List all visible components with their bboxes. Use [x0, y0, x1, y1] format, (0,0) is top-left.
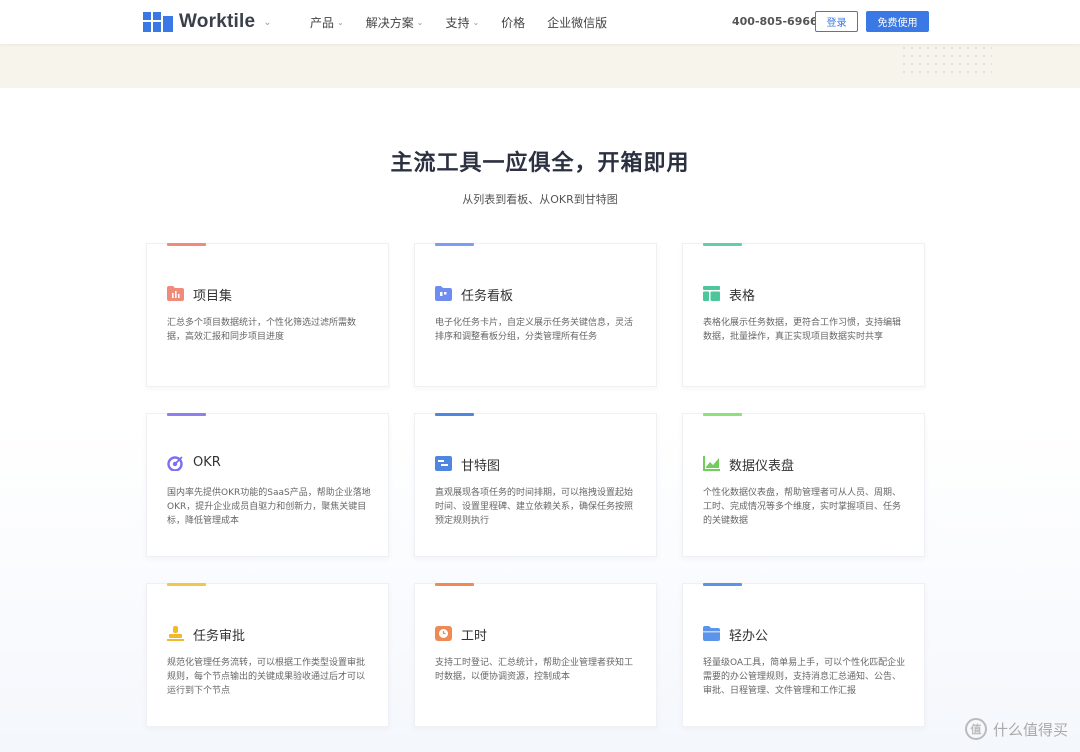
card-description: 规范化管理任务流转，可以根据工作类型设置审批规则，每个节点输出的关键成果验收通过… [167, 658, 366, 696]
folder-icon [703, 626, 720, 641]
worktile-logo-icon [143, 12, 173, 32]
phone-number: 400-805-6966 [732, 15, 818, 28]
folder-chart-icon [167, 286, 184, 301]
nav-item-label: 价格 [501, 15, 526, 30]
nav-item-label: 企业微信版 [547, 15, 608, 30]
feature-card-okr[interactable]: OKR 国内率先提供OKR功能的SaaS产品，帮助企业落地OKR，提升企业成员自… [146, 413, 389, 557]
clock-icon [435, 626, 452, 641]
chevron-down-icon[interactable]: ⌄ [263, 17, 271, 28]
free-trial-button[interactable]: 免费使用 [866, 11, 929, 32]
card-accent-bar [167, 583, 206, 586]
card-description: 汇总多个项目数据统计，个性化筛选过滤所需数据，高效汇报和同步项目进度 [167, 318, 357, 342]
gantt-icon [435, 456, 452, 471]
watermark-logo-icon: 值 [964, 718, 987, 740]
card-title: 表格 [729, 289, 756, 304]
card-accent-bar [435, 583, 474, 586]
main-nav: 产品 ⌄ 解决方案 ⌄ 支持 ⌄ 价格 企业微信版 [310, 0, 629, 44]
nav-item-solutions[interactable]: 解决方案 ⌄ [366, 14, 424, 31]
nav-item-label: 支持 [445, 15, 470, 30]
card-title: 项目集 [193, 289, 233, 304]
login-button[interactable]: 登录 [815, 11, 858, 32]
nav-item-label: 产品 [310, 15, 335, 30]
chart-icon [703, 456, 720, 471]
card-description: 直观展现各项任务的时间排期，可以拖拽设置起始时间、设置里程碑、建立依赖关系，确保… [435, 488, 634, 526]
chevron-down-icon: ⌄ [337, 17, 344, 27]
nav-item-product[interactable]: 产品 ⌄ [310, 14, 344, 31]
card-accent-bar [703, 413, 742, 416]
feature-card-timesheet[interactable]: 工时 支持工时登记、汇总统计，帮助企业管理者获知工时数据，以便协调资源，控制成本 [414, 583, 657, 727]
top-navigation-bar: Worktile ⌄ 产品 ⌄ 解决方案 ⌄ 支持 ⌄ 价格 企业微信版 400… [0, 0, 1080, 44]
card-description: 国内率先提供OKR功能的SaaS产品，帮助企业落地OKR，提升企业成员自驱力和创… [167, 488, 371, 526]
brand-logo[interactable]: Worktile ⌄ [143, 11, 272, 33]
feature-card-approval[interactable]: 任务审批 规范化管理任务流转，可以根据工作类型设置审批规则，每个节点输出的关键成… [146, 583, 389, 727]
card-accent-bar [703, 583, 742, 586]
chevron-down-icon: ⌄ [416, 17, 424, 27]
card-title: OKR [193, 455, 221, 470]
brand-name: Worktile [179, 11, 256, 32]
card-description: 电子化任务卡片，自定义展示任务关键信息，灵活排序和调整看板分组，分类管理所有任务 [435, 318, 634, 342]
target-icon [167, 456, 183, 471]
nav-item-support[interactable]: 支持 ⌄ [445, 14, 479, 31]
feature-card-table[interactable]: 表格 表格化展示任务数据，更符合工作习惯，支持编辑数据，批量操作，真正实现项目数… [682, 243, 925, 387]
feature-card-kanban[interactable]: 任务看板 电子化任务卡片，自定义展示任务关键信息，灵活排序和调整看板分组，分类管… [414, 243, 657, 387]
watermark-text: 什么值得买 [992, 720, 1068, 739]
feature-card-program[interactable]: 项目集 汇总多个项目数据统计，个性化筛选过滤所需数据，高效汇报和同步项目进度 [146, 243, 389, 387]
decorative-dot-grid [900, 44, 992, 74]
table-icon [703, 286, 720, 301]
section-title: 主流工具一应俱全，开箱即用 [390, 151, 690, 176]
nav-item-label: 解决方案 [365, 15, 414, 30]
card-title: 数据仪表盘 [729, 459, 795, 474]
card-accent-bar [703, 243, 742, 246]
card-title: 轻办公 [729, 629, 769, 644]
kanban-folder-icon [435, 286, 452, 301]
card-title: 甘特图 [461, 459, 501, 474]
card-title: 工时 [461, 629, 488, 644]
stamp-icon [167, 626, 184, 641]
card-description: 个性化数据仪表盘，帮助管理者可从人员、周期、工时、完成情况等多个维度，实时掌握项… [703, 488, 902, 526]
chevron-down-icon: ⌄ [472, 17, 480, 27]
card-description: 表格化展示任务数据，更符合工作习惯，支持编辑数据，批量操作，真正实现项目数据实时… [703, 318, 902, 342]
section-subtitle: 从列表到看板、从OKR到甘特图 [462, 193, 618, 206]
watermark: 值 什么值得买 [964, 718, 1068, 740]
nav-item-pricing[interactable]: 价格 [501, 14, 525, 31]
feature-card-dashboard[interactable]: 数据仪表盘 个性化数据仪表盘，帮助管理者可从人员、周期、工时、完成情况等多个维度… [682, 413, 925, 557]
card-accent-bar [435, 243, 474, 246]
card-title: 任务看板 [461, 289, 514, 304]
card-title: 任务审批 [193, 629, 246, 644]
card-accent-bar [435, 413, 474, 416]
feature-card-office[interactable]: 轻办公 轻量级OA工具，简单易上手，可以个性化匹配企业需要的办公管理规则，支持消… [682, 583, 925, 727]
card-description: 轻量级OA工具，简单易上手，可以个性化匹配企业需要的办公管理规则，支持消息汇总通… [703, 658, 906, 696]
card-description: 支持工时登记、汇总统计，帮助企业管理者获知工时数据，以便协调资源，控制成本 [435, 658, 634, 682]
nav-item-wecom[interactable]: 企业微信版 [547, 14, 607, 31]
feature-card-gantt[interactable]: 甘特图 直观展现各项任务的时间排期，可以拖拽设置起始时间、设置里程碑、建立依赖关… [414, 413, 657, 557]
card-accent-bar [167, 413, 206, 416]
card-accent-bar [167, 243, 206, 246]
